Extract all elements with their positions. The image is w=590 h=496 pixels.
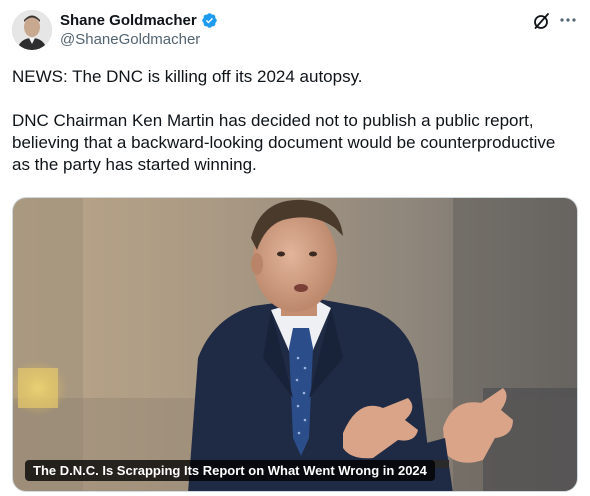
media-caption: The D.N.C. Is Scrapping Its Report on Wh… [25, 460, 435, 481]
grok-slash-circle-icon[interactable] [532, 11, 552, 31]
verified-badge-icon [201, 12, 218, 29]
more-horizontal-icon[interactable] [557, 10, 579, 30]
tweet-card: Shane Goldmacher @ShaneGoldmacher NEWS: … [0, 0, 590, 496]
author-name-row: Shane Goldmacher [60, 10, 218, 30]
author-handle[interactable]: @ShaneGoldmacher [60, 31, 200, 48]
tweet-paragraph: DNC Chairman Ken Martin has decided not … [12, 111, 556, 174]
tweet-text: NEWS: The DNC is killing off its 2024 au… [12, 66, 578, 176]
author-display-name[interactable]: Shane Goldmacher [60, 12, 197, 29]
avatar[interactable] [12, 10, 52, 50]
media-image[interactable]: The D.N.C. Is Scrapping Its Report on Wh… [12, 197, 578, 492]
tweet-paragraph: NEWS: The DNC is killing off its 2024 au… [12, 67, 363, 86]
